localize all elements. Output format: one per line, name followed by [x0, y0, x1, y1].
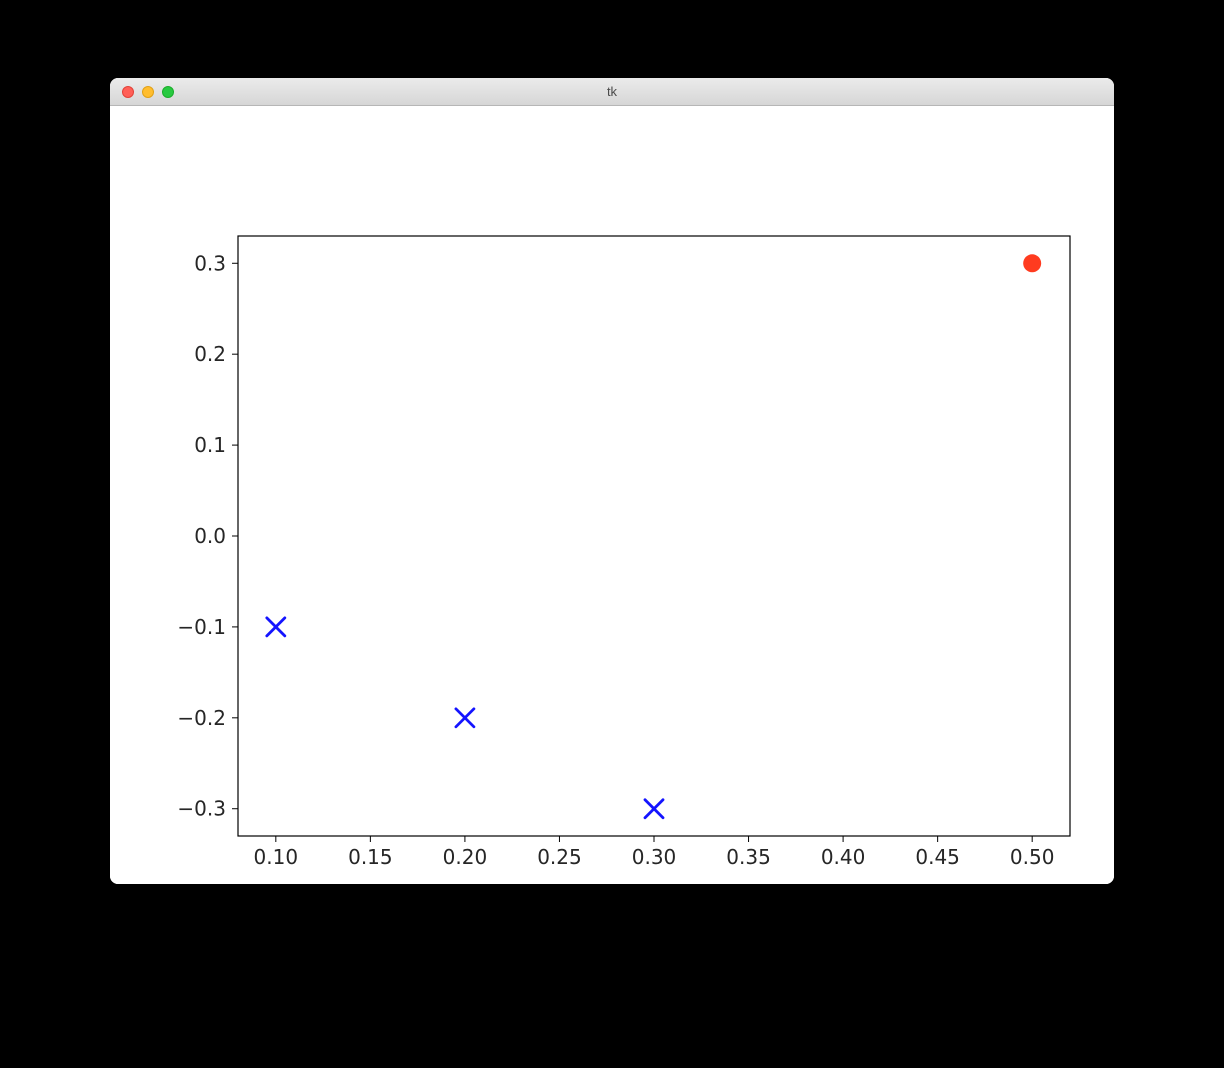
- x-tick-label: 0.50: [1010, 845, 1055, 869]
- y-tick-label: 0.1: [194, 433, 226, 457]
- traffic-lights: [110, 86, 174, 98]
- x-tick-label: 0.35: [726, 845, 771, 869]
- x-tick-label: 0.25: [537, 845, 582, 869]
- x-tick-label: 0.15: [348, 845, 393, 869]
- data-point-x: [267, 618, 285, 636]
- y-tick-label: 0.0: [194, 524, 226, 548]
- data-point-x: [456, 709, 474, 727]
- x-tick-label: 0.30: [632, 845, 677, 869]
- y-tick-label: 0.3: [194, 251, 226, 275]
- data-point-x: [645, 800, 663, 818]
- x-tick-label: 0.40: [821, 845, 866, 869]
- data-point-dot: [1023, 254, 1041, 272]
- y-tick-label: −0.2: [177, 706, 226, 730]
- axes-frame: [238, 236, 1070, 836]
- y-tick-label: 0.2: [194, 342, 226, 366]
- window-title: tk: [110, 84, 1114, 99]
- titlebar[interactable]: tk: [110, 78, 1114, 106]
- x-tick-label: 0.20: [443, 845, 488, 869]
- x-tick-label: 0.10: [254, 845, 299, 869]
- close-icon[interactable]: [122, 86, 134, 98]
- scatter-chart: 0.10 0.15 0.20 0.25 0.30 0.35 0.40 0.45 0.50 −0.3…: [110, 106, 1114, 884]
- plot-area: 0.10 0.15 0.20 0.25 0.30 0.35 0.40 0.45 0.50 −0.3…: [110, 106, 1114, 884]
- x-tick-label: 0.45: [915, 845, 960, 869]
- minimize-icon[interactable]: [142, 86, 154, 98]
- maximize-icon[interactable]: [162, 86, 174, 98]
- y-tick-label: −0.3: [177, 797, 226, 821]
- y-tick-label: −0.1: [177, 615, 226, 639]
- app-window: tk 0.10 0.15 0.20 0.25 0.30 0.35 0.40 0.45 0.50 −…: [110, 78, 1114, 884]
